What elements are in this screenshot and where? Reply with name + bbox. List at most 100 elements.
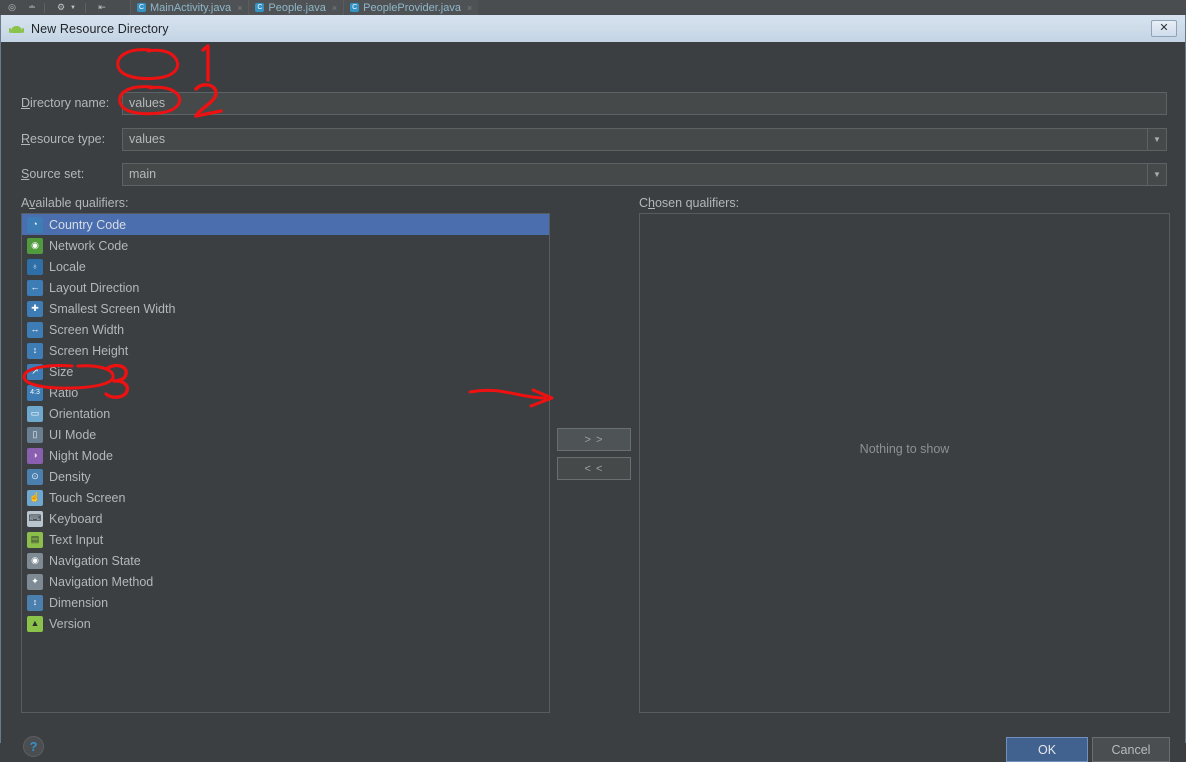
- qualifier-item-label: Text Input: [49, 532, 104, 547]
- close-icon[interactable]: ×: [467, 3, 472, 13]
- night-mode-icon: ◑: [27, 447, 43, 464]
- directory-name-label-text: irectory name:: [30, 96, 110, 110]
- editor-tab-label: MainActivity.java: [150, 1, 232, 14]
- qualifier-item-label: UI Mode: [49, 427, 97, 442]
- qualifier-item[interactable]: ☝ Touch Screen: [22, 487, 549, 508]
- move-left-button[interactable]: < <: [557, 457, 631, 480]
- qualifier-item[interactable]: ↕ Dimension: [22, 592, 549, 613]
- source-set-value: main: [129, 167, 157, 181]
- touch-screen-icon: ☝: [27, 489, 43, 506]
- ui-mode-icon: ▯: [27, 426, 43, 443]
- qualifier-item-label: Country Code: [49, 217, 127, 232]
- navigation-state-icon: ◉: [27, 552, 43, 569]
- dialog-title: New Resource Directory: [31, 21, 169, 36]
- qualifier-item[interactable]: ▲ Version: [22, 613, 549, 634]
- screen-width-icon: ↔: [27, 321, 43, 338]
- editor-tab[interactable]: C MainActivity.java ×: [130, 0, 249, 15]
- source-set-label-text: ource set:: [29, 167, 85, 181]
- source-set-label: Source set:: [21, 167, 122, 181]
- network-code-icon: ◉: [27, 237, 43, 254]
- qualifier-item-label: Network Code: [49, 238, 129, 253]
- resource-type-mnemonic: R: [21, 132, 31, 146]
- toolbar-separator: [44, 2, 45, 13]
- qualifier-item-label: Night Mode: [49, 448, 113, 463]
- resource-type-select[interactable]: values ▼: [122, 127, 1167, 151]
- label-part: A: [21, 196, 30, 210]
- editor-tab-bar: C MainActivity.java × C People.java × C …: [130, 0, 479, 15]
- chosen-qualifiers-label: Chosen qualifiers:: [639, 196, 739, 210]
- dialog-body: Directory name: values Resource type: va…: [1, 42, 1185, 762]
- density-icon: ⊙: [27, 468, 43, 485]
- keyboard-icon: ⌨: [27, 510, 43, 527]
- directory-name-value: values: [129, 96, 166, 110]
- qualifier-item-label: Orientation: [49, 406, 111, 421]
- help-button[interactable]: ?: [23, 736, 44, 757]
- editor-tab[interactable]: C PeopleProvider.java ×: [343, 0, 479, 15]
- qualifier-item[interactable]: ◉ Navigation State: [22, 550, 549, 571]
- qualifier-item-label: Navigation Method: [49, 574, 154, 589]
- directory-name-mnemonic: D: [21, 96, 31, 110]
- smallest-width-icon: ✚: [27, 300, 43, 317]
- qualifier-item-label: Screen Width: [49, 322, 125, 337]
- layout-direction-icon: ←: [27, 279, 43, 296]
- close-icon[interactable]: ×: [237, 3, 242, 13]
- chevron-down-icon[interactable]: ▼: [1147, 163, 1166, 185]
- source-set-select[interactable]: main ▼: [122, 162, 1167, 186]
- close-icon[interactable]: ×: [332, 3, 337, 13]
- qualifier-item-label: Version: [49, 616, 91, 631]
- qualifier-item[interactable]: ↕ Screen Height: [22, 340, 549, 361]
- qualifier-item-label: Keyboard: [49, 511, 103, 526]
- java-class-icon: C: [137, 3, 146, 12]
- qualifier-item[interactable]: ⊙ Density: [22, 466, 549, 487]
- resource-type-label: Resource type:: [21, 132, 122, 146]
- label-part: osen qualifiers:: [654, 196, 740, 210]
- dimension-icon: ↕: [27, 594, 43, 611]
- qualifier-item[interactable]: ▯ UI Mode: [22, 424, 549, 445]
- directory-name-label: Directory name:: [21, 96, 122, 110]
- move-right-button[interactable]: > >: [557, 428, 631, 451]
- globe-icon: ♁: [27, 258, 43, 275]
- new-resource-directory-dialog: New Resource Directory ✕ Directory name:…: [0, 15, 1186, 762]
- qualifier-item[interactable]: ⌨ Keyboard: [22, 508, 549, 529]
- qualifier-item-label: Screen Height: [49, 343, 129, 358]
- android-robot-icon: [9, 22, 25, 36]
- qualifier-item[interactable]: ↗ Size: [22, 361, 549, 382]
- chevron-down-icon[interactable]: ▼: [65, 1, 81, 15]
- qualifier-item[interactable]: ♁ Locale: [22, 256, 549, 277]
- screen-height-icon: ↕: [27, 342, 43, 359]
- qualifier-item[interactable]: ◉ Network Code: [22, 235, 549, 256]
- empty-state-text: Nothing to show: [859, 442, 950, 456]
- editor-tab[interactable]: C People.java ×: [248, 0, 344, 15]
- qualifier-item[interactable]: ◔ Country Code: [22, 214, 549, 235]
- country-code-icon: ◔: [27, 216, 43, 233]
- editor-tab-label: People.java: [268, 1, 326, 14]
- label-mnemonic: h: [648, 196, 655, 210]
- available-qualifiers-label: Available qualifiers:: [21, 196, 128, 210]
- qualifier-item[interactable]: ✚ Smallest Screen Width: [22, 298, 549, 319]
- back-arrow-icon[interactable]: ⇤: [94, 1, 110, 15]
- source-set-row: Source set: main ▼: [21, 162, 1167, 186]
- qualifier-item[interactable]: ◑ Night Mode: [22, 445, 549, 466]
- available-qualifiers-list[interactable]: ◔ Country Code ◉ Network Code ♁ Locale ← Layout…: [21, 213, 550, 713]
- chosen-qualifiers-list[interactable]: Nothing to show: [639, 213, 1170, 713]
- qualifier-item-label: Touch Screen: [49, 490, 126, 505]
- cancel-button[interactable]: Cancel: [1092, 737, 1170, 762]
- resource-type-row: Resource type: values ▼: [21, 127, 1167, 151]
- qualifier-item[interactable]: ← Layout Direction: [22, 277, 549, 298]
- label-part: ailable qualifiers:: [35, 196, 129, 210]
- target-icon[interactable]: ◎: [4, 1, 20, 15]
- chevron-down-icon[interactable]: ▼: [1147, 128, 1166, 150]
- qualifier-item[interactable]: ✦ Navigation Method: [22, 571, 549, 592]
- ok-button[interactable]: OK: [1006, 737, 1088, 762]
- qualifier-item[interactable]: ↔ Screen Width: [22, 319, 549, 340]
- qualifier-item[interactable]: ▭ Orientation: [22, 403, 549, 424]
- close-icon[interactable]: ✕: [1151, 20, 1177, 37]
- qualifier-item[interactable]: ▤ Text Input: [22, 529, 549, 550]
- size-icon: ↗: [27, 363, 43, 380]
- resource-type-label-text: esource type:: [30, 132, 106, 146]
- hierarchy-icon[interactable]: ∸: [24, 1, 40, 15]
- directory-name-input[interactable]: values: [122, 91, 1167, 115]
- dialog-titlebar[interactable]: New Resource Directory ✕: [1, 15, 1185, 42]
- label-part: C: [639, 196, 649, 210]
- qualifier-item[interactable]: 4:3 Ratio: [22, 382, 549, 403]
